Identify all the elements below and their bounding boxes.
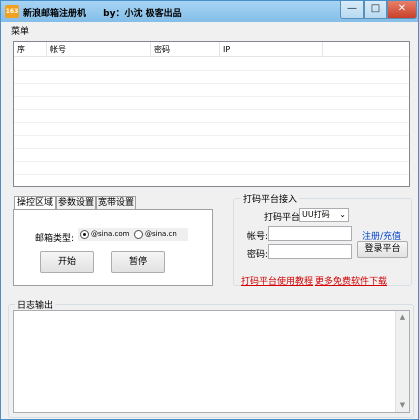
app-title: 新浪邮箱注册机 bbox=[23, 9, 87, 19]
radio-sina-com-label: @sina.com bbox=[91, 230, 130, 238]
column-header-account[interactable]: 帐号 bbox=[47, 42, 151, 57]
maximize-button[interactable]: □ bbox=[364, 1, 387, 19]
pause-button[interactable]: 暂停 bbox=[111, 251, 165, 273]
login-platform-button[interactable]: 登录平台 bbox=[357, 241, 408, 258]
menu-item-main[interactable]: 菜单 bbox=[11, 24, 29, 37]
scroll-down-icon[interactable]: ▼ bbox=[396, 399, 409, 412]
menu-bar: 菜单 bbox=[2, 22, 417, 37]
log-output[interactable]: ▲ ▼ bbox=[13, 310, 410, 413]
mail-type-options: @sina.com @sina.cn bbox=[78, 228, 188, 241]
table-row bbox=[14, 71, 409, 84]
column-header-ip[interactable]: IP bbox=[220, 42, 323, 57]
table-row bbox=[14, 84, 409, 97]
captcha-platform-caption: 打码平台接入 bbox=[241, 192, 300, 205]
table-row bbox=[14, 110, 409, 123]
platform-select[interactable]: UU打码 ⌄ bbox=[299, 208, 349, 222]
platform-label: 打码平台 bbox=[264, 213, 301, 223]
column-header-index[interactable]: 序 bbox=[14, 42, 47, 57]
account-input[interactable] bbox=[268, 226, 352, 241]
window-title: 新浪邮箱注册机 by：小沈 极客出品 bbox=[23, 6, 182, 19]
radio-sina-com[interactable] bbox=[80, 230, 89, 239]
chevron-down-icon: ⌄ bbox=[339, 210, 346, 219]
control-area-panel: 邮箱类型: @sina.com @sina.cn 开始 暂停 bbox=[13, 209, 213, 286]
platform-select-value: UU打码 bbox=[302, 210, 330, 219]
column-header-password[interactable]: 密码 bbox=[151, 42, 220, 57]
table-row bbox=[14, 162, 409, 175]
radio-sina-cn[interactable] bbox=[134, 230, 143, 239]
app-logo-icon: 163 bbox=[5, 5, 19, 18]
minimize-button[interactable]: — bbox=[340, 1, 364, 19]
close-button[interactable]: ✕ bbox=[387, 1, 417, 19]
radio-sina-cn-label: @sina.cn bbox=[145, 230, 177, 238]
table-row bbox=[14, 58, 409, 71]
account-list[interactable]: 序 帐号 密码 IP bbox=[13, 41, 410, 187]
tab-broadband[interactable]: 宽带设置 bbox=[96, 196, 136, 210]
tutorial-link[interactable]: 打码平台使用教程 bbox=[241, 274, 313, 287]
mail-type-label: 邮箱类型: bbox=[35, 234, 75, 244]
more-software-link[interactable]: 更多免费软件下载 bbox=[315, 274, 387, 287]
table-row bbox=[14, 149, 409, 162]
account-label: 帐号: bbox=[247, 232, 269, 242]
table-row bbox=[14, 136, 409, 149]
title-bar[interactable]: 163 新浪邮箱注册机 by：小沈 极客出品 — □ ✕ bbox=[1, 1, 418, 22]
password-input[interactable] bbox=[268, 244, 352, 259]
start-button[interactable]: 开始 bbox=[40, 251, 94, 273]
log-text bbox=[14, 311, 409, 315]
app-window: 163 新浪邮箱注册机 by：小沈 极客出品 — □ ✕ 菜单 序 帐号 密码 … bbox=[0, 0, 419, 420]
scroll-up-icon[interactable]: ▲ bbox=[396, 311, 409, 324]
list-header: 序 帐号 密码 IP bbox=[14, 42, 409, 57]
table-row bbox=[14, 97, 409, 110]
tab-parameters[interactable]: 参数设置 bbox=[56, 196, 96, 210]
log-scrollbar[interactable]: ▲ ▼ bbox=[395, 311, 409, 412]
author-credit: by：小沈 极客出品 bbox=[103, 9, 182, 19]
table-row bbox=[14, 123, 409, 136]
password-label: 密码: bbox=[247, 250, 269, 260]
